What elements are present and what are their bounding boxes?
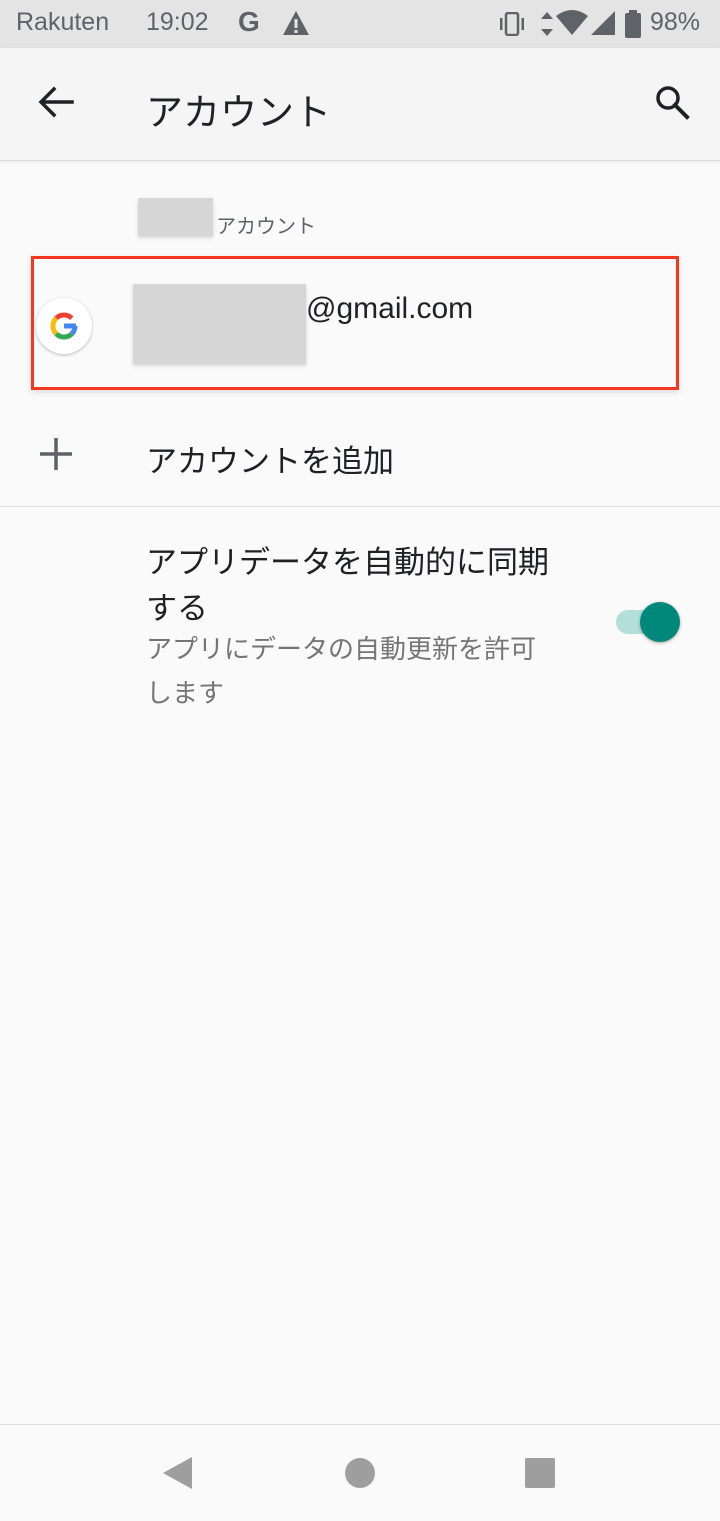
- nav-recents-icon[interactable]: [524, 1457, 556, 1493]
- carrier-name: Rakuten: [16, 8, 110, 36]
- auto-sync-summary: アプリにデータの自動更新を許可します: [146, 635, 537, 709]
- data-arrows-icon: [540, 12, 554, 40]
- google-icon: [36, 298, 92, 354]
- status-bar: Rakuten 19:02 G 98%: [0, 0, 720, 48]
- search-icon: [654, 84, 690, 124]
- google-status-icon: G: [238, 6, 260, 37]
- redacted-email-user: [133, 284, 306, 364]
- nav-home-icon[interactable]: [344, 1457, 376, 1493]
- battery-icon: [624, 10, 642, 42]
- wifi-icon: [556, 10, 588, 40]
- section-label: アカウント: [216, 214, 316, 238]
- redacted-owner-name: [138, 198, 213, 236]
- nav-back-icon[interactable]: [160, 1455, 194, 1495]
- search-button[interactable]: [644, 76, 700, 132]
- signal-icon: [590, 10, 616, 40]
- battery-percent: 98%: [650, 8, 701, 36]
- toggle-thumb: [640, 602, 680, 642]
- account-email: @gmail.com: [306, 292, 474, 325]
- auto-sync-toggle[interactable]: [614, 602, 682, 642]
- page-title: アカウント: [146, 91, 331, 134]
- warning-icon: [282, 10, 310, 40]
- navigation-bar: [0, 1424, 720, 1521]
- add-account-label: アカウントを追加: [146, 444, 394, 480]
- google-account-item[interactable]: @gmail.com: [0, 250, 720, 400]
- divider: [0, 506, 720, 507]
- clock: 19:02: [146, 8, 209, 36]
- auto-sync-item[interactable]: アプリデータを自動的に同期する アプリにデータの自動更新を許可します: [0, 530, 720, 720]
- add-account-item[interactable]: アカウントを追加: [0, 402, 720, 506]
- auto-sync-title: アプリデータを自動的に同期する: [146, 545, 549, 627]
- vibrate-icon: [498, 11, 526, 40]
- arrow-left-icon: [38, 86, 74, 122]
- back-button[interactable]: [28, 76, 84, 132]
- account-section-header: アカウント: [138, 196, 558, 240]
- plus-icon: [38, 436, 74, 476]
- app-bar: アカウント: [0, 48, 720, 161]
